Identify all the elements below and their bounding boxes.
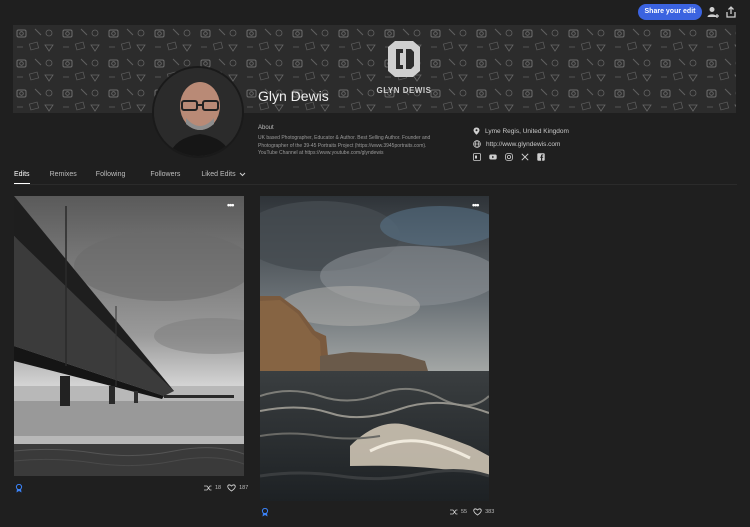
website-link[interactable]: http://www.glyndewis.com (486, 141, 560, 148)
tab-liked-edits[interactable]: Liked Edits (201, 170, 245, 184)
edit-card-image[interactable] (260, 196, 489, 501)
tab-followers[interactable]: Followers (150, 170, 180, 184)
remix-icon (450, 509, 458, 515)
card-stats: 18 187 (203, 484, 248, 492)
youtube-icon[interactable] (489, 153, 497, 161)
remix-icon (204, 485, 212, 491)
badge-icon (15, 484, 23, 493)
add-user-icon[interactable] (706, 5, 720, 19)
x-icon[interactable] (521, 153, 529, 161)
globe-icon (473, 140, 481, 148)
heart-icon[interactable] (227, 484, 236, 492)
tab-edits[interactable]: Edits (14, 170, 30, 184)
share-your-edit-button[interactable]: Share your edit (638, 4, 702, 20)
remix-count: 55 (461, 509, 468, 515)
like-count: 187 (239, 485, 249, 491)
badge-icon (261, 508, 269, 517)
tab-liked-edits-label: Liked Edits (201, 171, 236, 178)
profile-name: Glyn Dewis (258, 88, 329, 104)
card-stats: 55 383 (449, 508, 494, 516)
social-links (473, 153, 545, 161)
glyn-dewis-logo-icon (388, 41, 420, 77)
location-pin-icon (473, 127, 480, 135)
about-line: YouTube Channel at https://www.youtube.c… (258, 150, 384, 156)
tabs-divider (14, 184, 737, 185)
heart-icon[interactable] (473, 508, 482, 516)
profile-tabs: Edits Remixes Following Followers Liked … (14, 170, 246, 184)
about-line: Photographer of the 39-45 Portraits Proj… (258, 142, 427, 149)
edit-card-image[interactable] (14, 196, 244, 476)
tab-remixes[interactable]: Remixes (50, 170, 77, 184)
stormy-sea-photo (260, 196, 489, 501)
share-upload-icon[interactable] (724, 5, 738, 19)
about-label: About (258, 125, 274, 131)
facebook-icon[interactable] (537, 153, 545, 161)
about-text: UK based Photographer, Educator & Author… (258, 135, 448, 158)
bridge-photo (14, 196, 244, 476)
location-text: Lyme Regis, United Kingdom (485, 127, 569, 135)
remix-count: 18 (215, 485, 222, 491)
behance-icon[interactable] (473, 153, 481, 161)
instagram-icon[interactable] (505, 153, 513, 161)
top-bar: Share your edit (0, 0, 750, 24)
website-row: http://www.glyndewis.com (473, 140, 560, 148)
more-options-icon[interactable]: ••• (227, 200, 235, 210)
avatar (152, 66, 244, 158)
about-line: UK based Photographer, Educator & Author… (258, 135, 431, 141)
banner-logo: GLYN DEWIS (364, 39, 444, 95)
tab-following[interactable]: Following (96, 170, 126, 184)
location-row: Lyme Regis, United Kingdom (473, 127, 569, 135)
like-count: 383 (485, 509, 495, 515)
banner-logo-text: GLYN DEWIS (376, 86, 432, 95)
chevron-down-icon (239, 172, 245, 177)
profile-photo (154, 68, 242, 156)
profile-banner: GLYN DEWIS (13, 25, 736, 113)
more-options-icon[interactable]: ••• (472, 200, 480, 210)
